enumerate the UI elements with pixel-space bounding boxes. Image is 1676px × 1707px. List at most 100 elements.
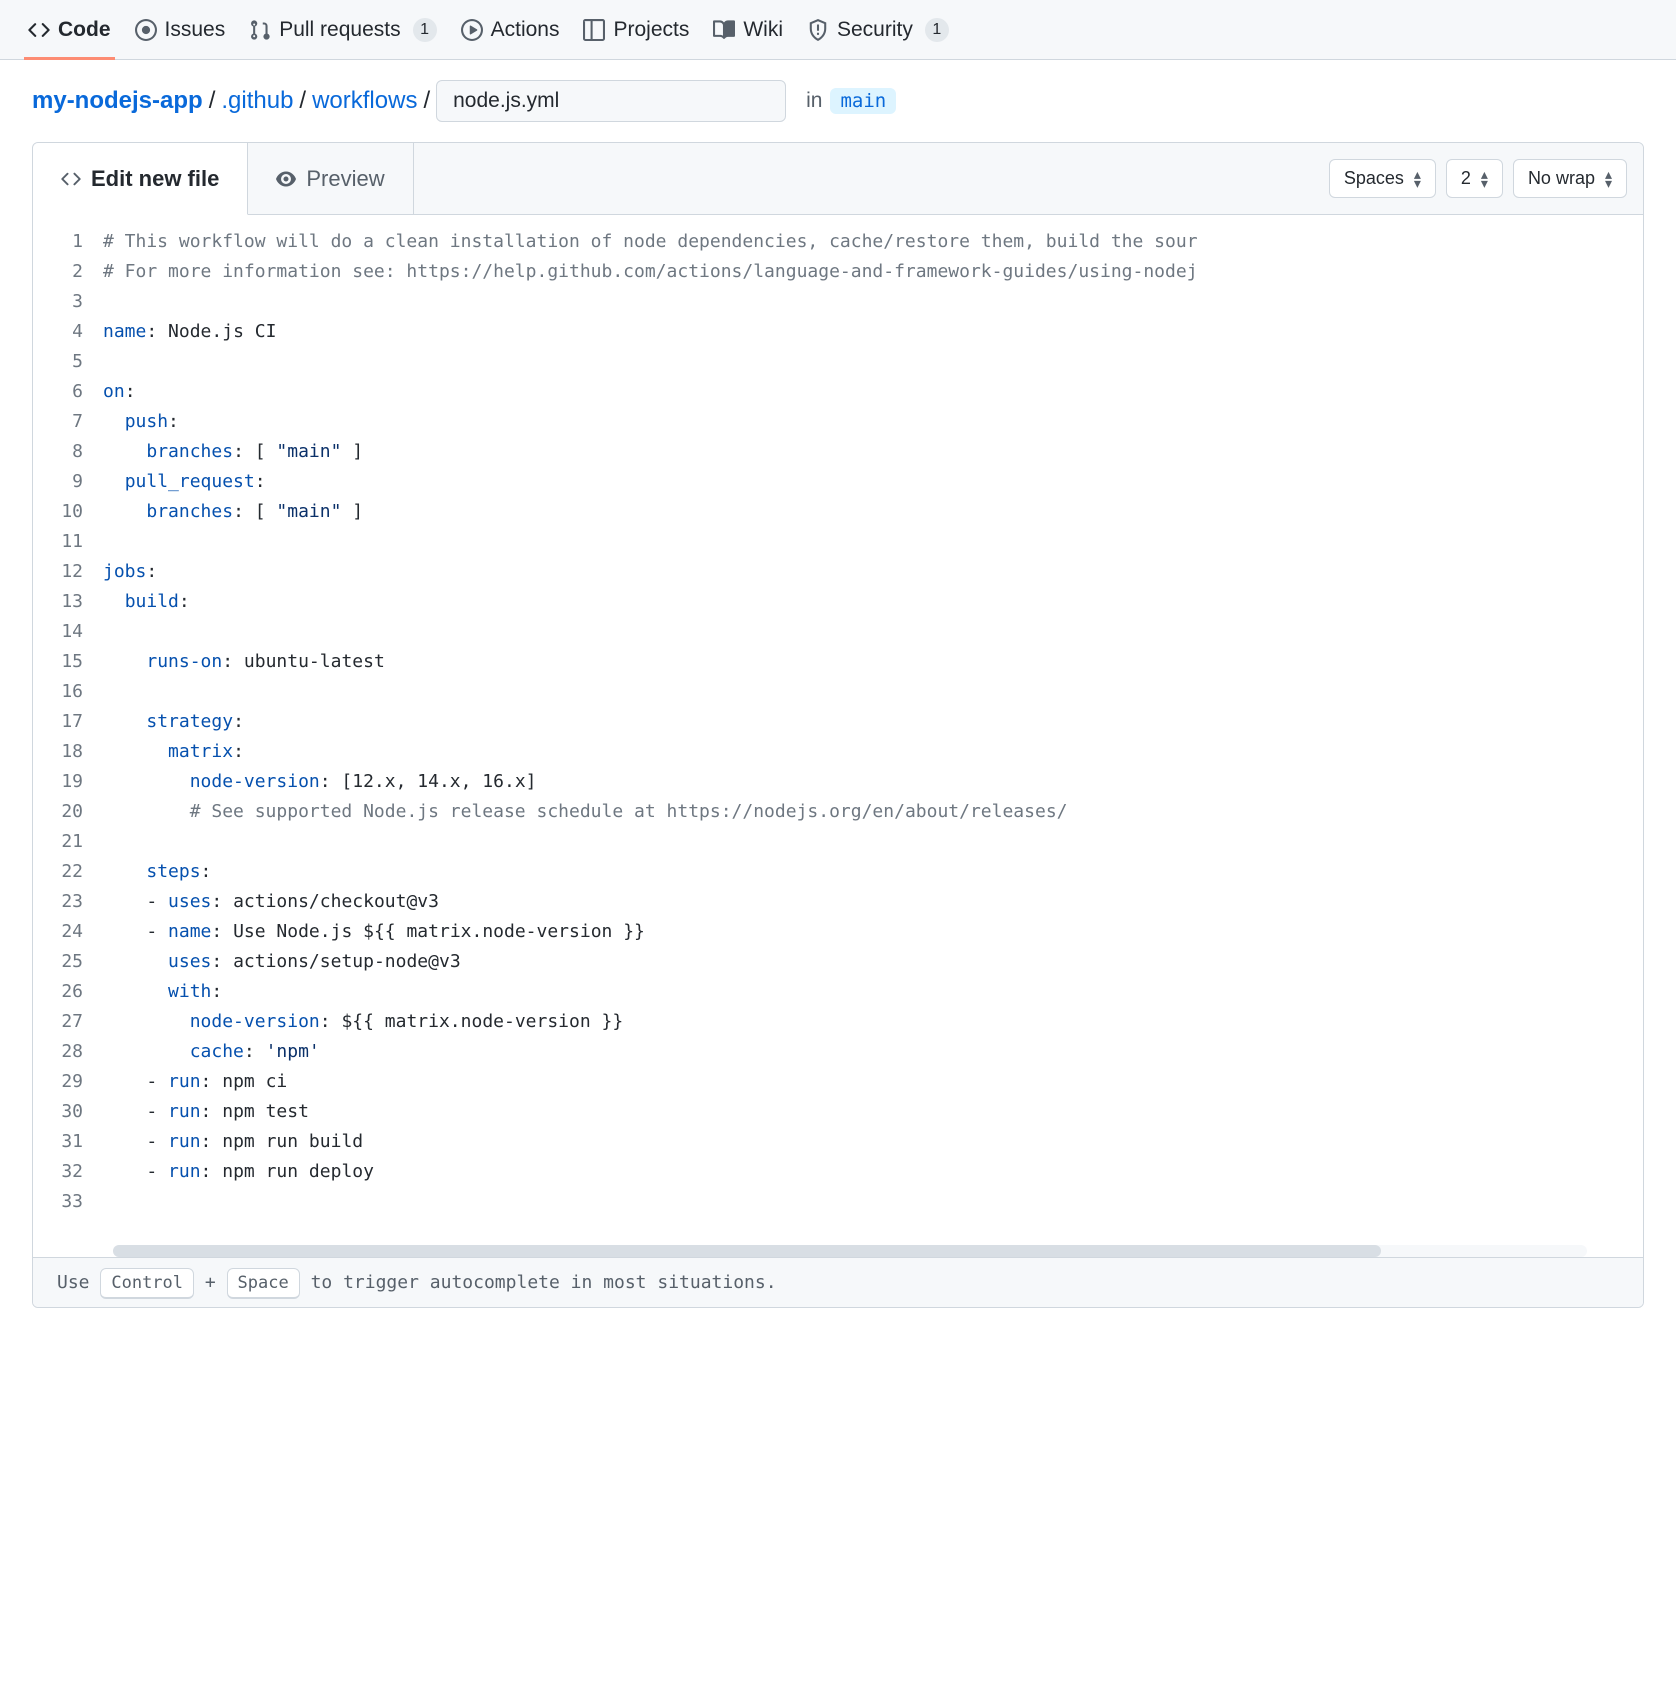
line-content[interactable]: - run: npm run deploy (103, 1157, 1643, 1187)
code-line[interactable]: 31 - run: npm run build (33, 1127, 1643, 1157)
line-number: 33 (33, 1187, 103, 1217)
code-line[interactable]: 12jobs: (33, 557, 1643, 587)
code-line[interactable]: 9 pull_request: (33, 467, 1643, 497)
line-number: 6 (33, 377, 103, 407)
code-line[interactable]: 33 (33, 1187, 1643, 1217)
book-icon (713, 19, 735, 41)
line-content[interactable]: node-version: ${{ matrix.node-version }} (103, 1007, 1643, 1037)
line-content[interactable]: # For more information see: https://help… (103, 257, 1643, 287)
code-line[interactable]: 30 - run: npm test (33, 1097, 1643, 1127)
line-content[interactable]: pull_request: (103, 467, 1643, 497)
tab-edit-label: Edit new file (91, 166, 219, 192)
indent-mode-select[interactable]: Spaces ▴▾ (1329, 159, 1436, 198)
code-line[interactable]: 15 runs-on: ubuntu-latest (33, 647, 1643, 677)
line-content[interactable]: build: (103, 587, 1643, 617)
line-content[interactable]: uses: actions/setup-node@v3 (103, 947, 1643, 977)
line-content[interactable]: steps: (103, 857, 1643, 887)
horizontal-scrollbar[interactable] (113, 1245, 1587, 1257)
code-line[interactable]: 11 (33, 527, 1643, 557)
code-line[interactable]: 14 (33, 617, 1643, 647)
line-content[interactable]: runs-on: ubuntu-latest (103, 647, 1643, 677)
line-content[interactable]: - name: Use Node.js ${{ matrix.node-vers… (103, 917, 1643, 947)
tab-code[interactable]: Code (16, 0, 123, 60)
line-content[interactable]: strategy: (103, 707, 1643, 737)
tab-wiki[interactable]: Wiki (701, 0, 795, 60)
scrollbar-thumb[interactable] (113, 1245, 1381, 1257)
line-content[interactable]: push: (103, 407, 1643, 437)
tab-preview[interactable]: Preview (248, 143, 413, 214)
code-line[interactable]: 13 build: (33, 587, 1643, 617)
path-github[interactable]: .github (221, 87, 293, 115)
line-number: 28 (33, 1037, 103, 1067)
code-line[interactable]: 25 uses: actions/setup-node@v3 (33, 947, 1643, 977)
line-content[interactable] (103, 677, 1643, 707)
line-content[interactable] (103, 287, 1643, 317)
wrap-mode-select[interactable]: No wrap ▴▾ (1513, 159, 1627, 198)
line-content[interactable]: - run: npm ci (103, 1067, 1643, 1097)
line-content[interactable] (103, 1187, 1643, 1217)
indent-mode-value: Spaces (1344, 168, 1404, 189)
line-content[interactable]: # See supported Node.js release schedule… (103, 797, 1643, 827)
tab-edit-file[interactable]: Edit new file (33, 143, 248, 215)
line-content[interactable]: node-version: [12.x, 14.x, 16.x] (103, 767, 1643, 797)
code-line[interactable]: 28 cache: 'npm' (33, 1037, 1643, 1067)
code-line[interactable]: 22 steps: (33, 857, 1643, 887)
line-content[interactable] (103, 617, 1643, 647)
repo-link[interactable]: my-nodejs-app (32, 87, 203, 115)
code-line[interactable]: 4name: Node.js CI (33, 317, 1643, 347)
line-number: 14 (33, 617, 103, 647)
git-pull-request-icon (249, 19, 271, 41)
security-counter: 1 (925, 18, 949, 42)
code-line[interactable]: 2# For more information see: https://hel… (33, 257, 1643, 287)
code-line[interactable]: 6on: (33, 377, 1643, 407)
filename-input[interactable] (436, 80, 786, 122)
code-line[interactable]: 18 matrix: (33, 737, 1643, 767)
path-workflows[interactable]: workflows (312, 87, 417, 115)
code-line[interactable]: 5 (33, 347, 1643, 377)
line-content[interactable]: # This workflow will do a clean installa… (103, 227, 1643, 257)
line-content[interactable]: cache: 'npm' (103, 1037, 1643, 1067)
line-content[interactable]: - run: npm run build (103, 1127, 1643, 1157)
line-number: 31 (33, 1127, 103, 1157)
code-line[interactable]: 27 node-version: ${{ matrix.node-version… (33, 1007, 1643, 1037)
code-line[interactable]: 23 - uses: actions/checkout@v3 (33, 887, 1643, 917)
line-content[interactable]: - run: npm test (103, 1097, 1643, 1127)
code-line[interactable]: 20 # See supported Node.js release sched… (33, 797, 1643, 827)
tab-wiki-label: Wiki (743, 18, 783, 42)
indent-size-select[interactable]: 2 ▴▾ (1446, 159, 1503, 198)
line-content[interactable]: on: (103, 377, 1643, 407)
code-editor[interactable]: 1# This workflow will do a clean install… (33, 215, 1643, 1237)
line-number: 11 (33, 527, 103, 557)
code-line[interactable]: 3 (33, 287, 1643, 317)
line-content[interactable]: - uses: actions/checkout@v3 (103, 887, 1643, 917)
tab-projects[interactable]: Projects (571, 0, 701, 60)
tab-actions[interactable]: Actions (449, 0, 572, 60)
code-line[interactable]: 16 (33, 677, 1643, 707)
breadcrumb: my-nodejs-app / .github / workflows / in… (0, 60, 1676, 142)
code-line[interactable]: 29 - run: npm ci (33, 1067, 1643, 1097)
code-line[interactable]: 10 branches: [ "main" ] (33, 497, 1643, 527)
tab-pulls[interactable]: Pull requests 1 (237, 0, 448, 60)
tab-issues[interactable]: Issues (123, 0, 238, 60)
code-line[interactable]: 24 - name: Use Node.js ${{ matrix.node-v… (33, 917, 1643, 947)
line-content[interactable]: matrix: (103, 737, 1643, 767)
code-line[interactable]: 8 branches: [ "main" ] (33, 437, 1643, 467)
code-line[interactable]: 19 node-version: [12.x, 14.x, 16.x] (33, 767, 1643, 797)
tab-security[interactable]: Security 1 (795, 0, 961, 60)
wrap-mode-value: No wrap (1528, 168, 1595, 189)
line-content[interactable]: branches: [ "main" ] (103, 437, 1643, 467)
line-content[interactable]: branches: [ "main" ] (103, 497, 1643, 527)
code-line[interactable]: 1# This workflow will do a clean install… (33, 227, 1643, 257)
line-content[interactable] (103, 347, 1643, 377)
line-content[interactable]: jobs: (103, 557, 1643, 587)
in-label: in (806, 89, 822, 113)
code-line[interactable]: 17 strategy: (33, 707, 1643, 737)
line-content[interactable] (103, 827, 1643, 857)
code-line[interactable]: 7 push: (33, 407, 1643, 437)
code-line[interactable]: 26 with: (33, 977, 1643, 1007)
line-content[interactable]: with: (103, 977, 1643, 1007)
line-content[interactable] (103, 527, 1643, 557)
code-line[interactable]: 32 - run: npm run deploy (33, 1157, 1643, 1187)
code-line[interactable]: 21 (33, 827, 1643, 857)
line-content[interactable]: name: Node.js CI (103, 317, 1643, 347)
